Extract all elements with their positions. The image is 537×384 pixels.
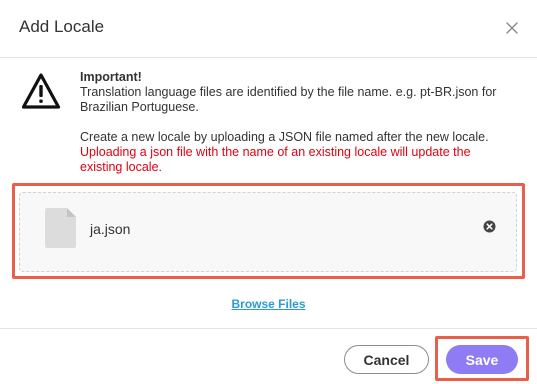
dialog-header: Add Locale [0, 0, 537, 58]
notice-text-line: Create a new locale by uploading a JSON … [80, 130, 489, 144]
notice-heading: Important! [80, 70, 142, 84]
remove-file-icon[interactable] [483, 220, 496, 233]
notice-text-line: Brazilian Portuguese. [80, 100, 199, 114]
notice-text-line: Translation language files are identifie… [80, 85, 497, 99]
file-icon [45, 208, 76, 248]
cancel-button[interactable]: Cancel [344, 345, 429, 374]
add-locale-dialog: Add Locale Important! Translation langua… [0, 0, 537, 384]
file-dropzone[interactable]: ja.json [19, 192, 517, 272]
save-button[interactable]: Save [446, 345, 518, 374]
warning-icon [21, 72, 61, 110]
close-icon[interactable] [505, 21, 519, 35]
file-name: ja.json [90, 221, 131, 237]
dialog-title: Add Locale [19, 17, 105, 36]
dialog-footer: Cancel Save [0, 328, 537, 384]
notice-warning-line: existing locale. [80, 160, 162, 174]
notice-message: Important! Translation language files ar… [80, 70, 525, 175]
browse-files-link[interactable]: Browse Files [0, 297, 537, 311]
notice-warning-line: Uploading a json file with the name of a… [80, 145, 471, 159]
